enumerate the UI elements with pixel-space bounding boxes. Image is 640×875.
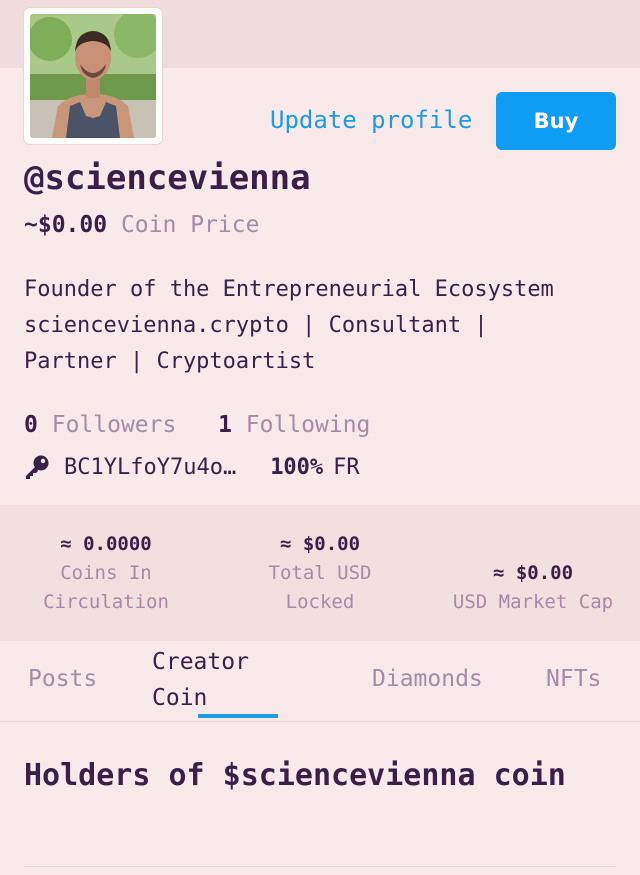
tab-creator-coin-label: Coin [152, 685, 208, 711]
coins-in-circulation-value: ≈ 0.0000 [60, 533, 152, 555]
followers-label: Followers [51, 412, 177, 438]
avatar [24, 8, 162, 144]
coins-in-circulation-label: Coins In [60, 562, 152, 584]
total-usd-locked-stat: ≈ $0.00 Total USD Locked [240, 530, 400, 617]
tab-creator-coin-label: Creator [152, 649, 249, 675]
coins-in-circulation-stat: ≈ 0.0000 Coins In Circulation [28, 530, 184, 617]
coin-price: ~$0.00 Coin Price [24, 212, 259, 238]
followers-link[interactable]: 0 Followers [24, 412, 190, 438]
profile-bio: Founder of the Entrepreneurial Ecosystem… [24, 272, 624, 380]
avatar-photo [30, 14, 156, 138]
tab-diamonds[interactable]: Diamonds [372, 666, 483, 692]
holders-heading: Holders of $sciencevienna coin [24, 758, 566, 793]
buy-button[interactable]: Buy [496, 92, 616, 150]
following-count: 1 [218, 412, 232, 438]
following-link[interactable]: 1 Following [218, 412, 370, 438]
public-key[interactable]: BC1YLfoY7u4o… [64, 455, 236, 480]
coins-in-circulation-label: Circulation [43, 591, 169, 613]
coin-stats-panel: ≈ 0.0000 Coins In Circulation ≈ $0.00 To… [0, 505, 640, 641]
coin-price-label: Coin Price [120, 212, 260, 238]
tab-nfts[interactable]: NFTs [546, 666, 601, 692]
total-usd-locked-value: ≈ $0.00 [279, 533, 361, 555]
update-profile-link[interactable]: Update profile [270, 106, 472, 134]
follow-stats: 0 Followers 1 Following [24, 412, 370, 438]
active-tab-indicator [198, 714, 278, 718]
usd-market-cap-stat: ≈ $0.00 USD Market Cap [440, 559, 626, 617]
founder-reward-percent: 100% [270, 454, 324, 480]
tab-creator-coin[interactable]: Creator Coin [152, 644, 249, 716]
profile-username: @sciencevienna [24, 158, 311, 198]
total-usd-locked-label: Total USD [268, 562, 372, 584]
divider [24, 866, 616, 867]
coin-price-value: ~$0.00 [24, 212, 108, 238]
bio-line: sciencevienna.crypto | Consultant | [24, 313, 488, 338]
bio-line: Founder of the Entrepreneurial Ecosystem [24, 277, 554, 302]
public-key-row: BC1YLfoY7u4o… 100% FR [24, 454, 360, 480]
tab-posts[interactable]: Posts [28, 666, 97, 692]
following-label: Following [245, 412, 371, 438]
founder-reward-label: FR [333, 454, 360, 480]
key-icon [26, 455, 49, 479]
usd-market-cap-label: USD Market Cap [452, 591, 614, 613]
followers-count: 0 [24, 412, 38, 438]
bio-line: Partner | Cryptoartist [24, 349, 316, 374]
total-usd-locked-label: Locked [285, 591, 355, 613]
profile-tabs: Posts Creator Coin Diamonds NFTs [0, 642, 640, 722]
usd-market-cap-value: ≈ $0.00 [492, 562, 574, 584]
